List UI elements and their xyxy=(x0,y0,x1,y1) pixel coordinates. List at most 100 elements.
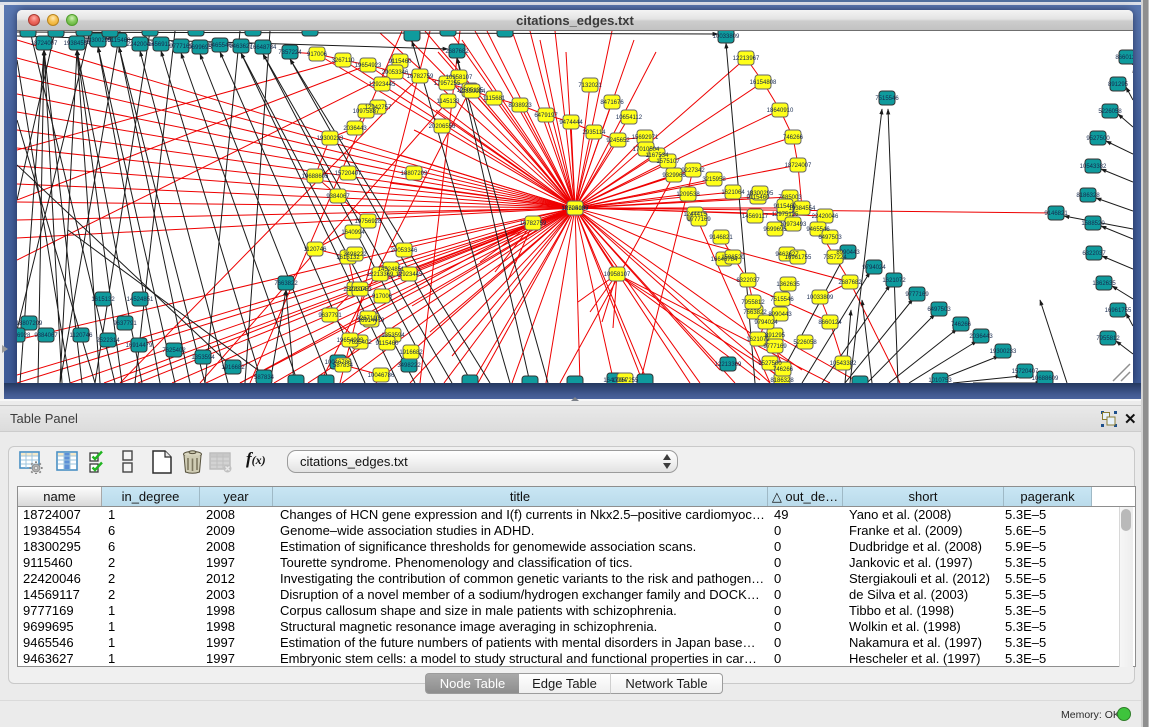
svg-text:2687682: 2687682 xyxy=(445,49,469,55)
svg-text:1209538: 1209538 xyxy=(676,192,700,198)
svg-text:10958107: 10958107 xyxy=(604,272,631,278)
svg-text:18724007: 18724007 xyxy=(31,41,58,47)
svg-text:8471676: 8471676 xyxy=(600,100,624,106)
svg-text:9245652: 9245652 xyxy=(606,138,630,144)
svg-text:6322037: 6322037 xyxy=(736,278,760,284)
svg-text:14569117: 14569117 xyxy=(742,214,769,220)
svg-text:19300233: 19300233 xyxy=(990,349,1017,355)
svg-text:12923445: 12923445 xyxy=(396,272,423,278)
svg-text:746266: 746266 xyxy=(783,135,804,141)
svg-text:10033809: 10033809 xyxy=(807,295,834,301)
svg-text:19654923: 19654923 xyxy=(337,338,364,344)
svg-text:1575107: 1575107 xyxy=(656,159,680,165)
svg-text:9115460: 9115460 xyxy=(389,59,413,65)
svg-text:1362635: 1362635 xyxy=(776,282,800,288)
svg-text:9794024: 9794024 xyxy=(862,265,886,271)
svg-text:7625402: 7625402 xyxy=(162,348,186,354)
svg-text:1120746: 1120746 xyxy=(304,247,328,253)
svg-text:2687682: 2687682 xyxy=(838,280,862,286)
svg-text:9777169: 9777169 xyxy=(905,292,929,298)
svg-text:7357224: 7357224 xyxy=(823,255,847,261)
svg-text:5226058: 5226058 xyxy=(793,340,817,346)
svg-text:16961755: 16961755 xyxy=(785,255,812,261)
svg-text:587834: 587834 xyxy=(333,363,354,369)
svg-text:12213369: 12213369 xyxy=(367,272,394,278)
svg-text:18640910: 18640910 xyxy=(767,108,794,114)
svg-text:2522314: 2522314 xyxy=(96,338,120,344)
svg-text:8660124: 8660124 xyxy=(1115,55,1133,61)
svg-text:746266: 746266 xyxy=(773,367,794,373)
svg-text:9384067: 9384067 xyxy=(326,194,350,200)
svg-text:10033809: 10033809 xyxy=(713,34,740,40)
svg-text:1615132: 1615132 xyxy=(91,297,115,303)
svg-text:10543382: 10543382 xyxy=(1080,164,1107,170)
svg-text:12213967: 12213967 xyxy=(733,56,760,62)
svg-text:1353594: 1353594 xyxy=(381,333,405,339)
svg-text:9115460: 9115460 xyxy=(774,204,798,210)
svg-text:20053346: 20053346 xyxy=(391,248,418,254)
svg-text:9146821: 9146821 xyxy=(1044,211,1068,217)
svg-text:3267110: 3267110 xyxy=(332,58,356,64)
svg-text:746266: 746266 xyxy=(951,322,972,328)
svg-text:10688609: 10688609 xyxy=(302,174,329,180)
svg-text:1588520: 1588520 xyxy=(721,255,745,261)
svg-text:1353594: 1353594 xyxy=(191,355,215,361)
svg-text:9794024: 9794024 xyxy=(754,320,778,326)
svg-text:1621072: 1621072 xyxy=(746,337,770,343)
svg-text:3215958: 3215958 xyxy=(702,177,726,183)
svg-text:19756928: 19756928 xyxy=(17,333,31,339)
svg-text:6322037: 6322037 xyxy=(1082,251,1106,257)
svg-text:1010753: 1010753 xyxy=(348,287,372,293)
svg-text:6479197: 6479197 xyxy=(534,113,558,119)
svg-text:1640994: 1640994 xyxy=(341,230,365,236)
svg-text:12923445: 12923445 xyxy=(369,82,396,88)
svg-text:1916682: 1916682 xyxy=(399,350,423,356)
svg-text:12359924: 12359924 xyxy=(459,89,486,95)
svg-text:1120746: 1120746 xyxy=(70,333,94,339)
svg-text:16914479: 16914479 xyxy=(126,343,153,349)
svg-text:9465546: 9465546 xyxy=(806,227,830,233)
svg-text:7955812: 7955812 xyxy=(741,300,765,306)
svg-text:18300295: 18300295 xyxy=(747,191,774,197)
svg-text:20206556: 20206556 xyxy=(429,124,456,130)
svg-text:2036443: 2036443 xyxy=(343,126,367,132)
svg-text:3267110: 3267110 xyxy=(357,316,381,322)
svg-text:19654923: 19654923 xyxy=(355,63,382,69)
svg-text:2935114: 2935114 xyxy=(583,130,607,136)
svg-text:2036443: 2036443 xyxy=(969,334,993,340)
svg-text:9146821: 9146821 xyxy=(709,235,733,241)
svg-text:1621072: 1621072 xyxy=(882,278,906,284)
svg-text:1115681: 1115681 xyxy=(483,96,506,102)
svg-text:15720407: 15720407 xyxy=(335,171,362,177)
svg-text:7663822: 7663822 xyxy=(743,310,767,316)
svg-text:22420046: 22420046 xyxy=(812,214,839,220)
svg-text:9227342: 9227342 xyxy=(681,168,705,174)
svg-text:10688609: 10688609 xyxy=(1032,376,1059,382)
svg-text:8990443: 8990443 xyxy=(768,312,792,318)
svg-text:9699695: 9699695 xyxy=(763,227,787,233)
svg-text:5226058: 5226058 xyxy=(1098,109,1122,115)
svg-text:917006: 917006 xyxy=(307,52,328,58)
svg-text:9527500: 9527500 xyxy=(1086,136,1110,142)
svg-text:16782759: 16782759 xyxy=(407,74,434,80)
svg-text:16961755: 16961755 xyxy=(1105,308,1132,314)
svg-text:15692971: 15692971 xyxy=(632,135,659,141)
svg-text:10543382: 10543382 xyxy=(830,361,857,367)
svg-text:16782759: 16782759 xyxy=(520,221,547,227)
svg-text:14524851: 14524851 xyxy=(127,297,154,303)
svg-text:7955812: 7955812 xyxy=(1096,336,1120,342)
svg-text:16154808: 16154808 xyxy=(750,80,777,86)
svg-text:16648784: 16648784 xyxy=(250,45,277,51)
svg-text:10975887: 10975887 xyxy=(353,109,380,115)
svg-text:7357224: 7357224 xyxy=(278,50,302,56)
svg-text:1145133: 1145133 xyxy=(437,99,461,105)
svg-text:8938923: 8938923 xyxy=(508,103,532,109)
svg-text:8660124: 8660124 xyxy=(818,320,842,326)
svg-text:7663822: 7663822 xyxy=(274,281,298,287)
svg-text:1362635: 1362635 xyxy=(1092,281,1116,287)
svg-text:20053346: 20053346 xyxy=(382,70,409,76)
svg-text:7515546: 7515546 xyxy=(770,297,794,303)
svg-text:15720407: 15720407 xyxy=(1012,369,1039,375)
svg-text:6497503: 6497503 xyxy=(927,307,951,313)
svg-text:7515546: 7515546 xyxy=(875,96,899,102)
